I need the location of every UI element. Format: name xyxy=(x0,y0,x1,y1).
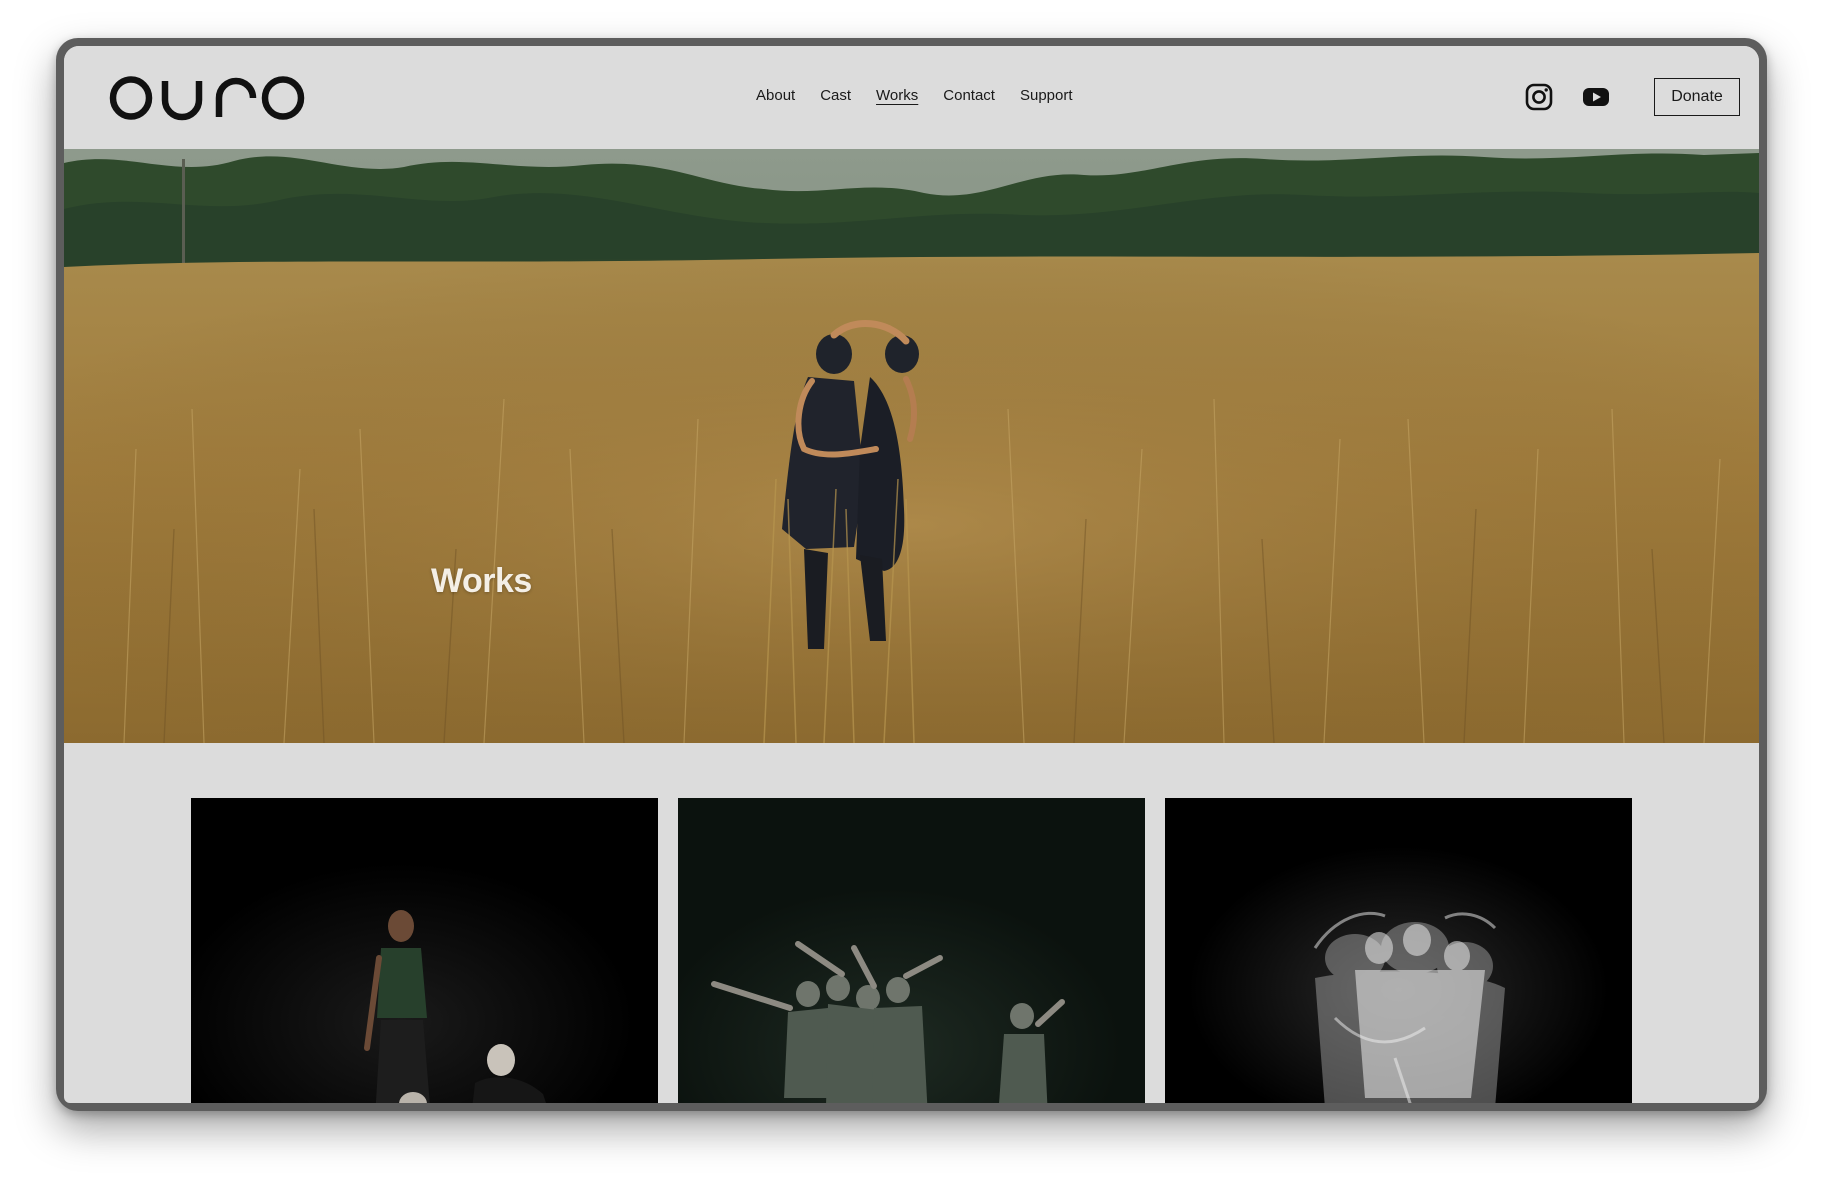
hero-banner: Works xyxy=(64,149,1759,743)
nav-about[interactable]: About xyxy=(756,86,795,106)
page-title: Works xyxy=(431,562,532,600)
work-card-photo xyxy=(1165,798,1632,1103)
donate-button[interactable]: Donate xyxy=(1654,78,1740,116)
main-nav: About Cast Works Contact Support xyxy=(756,86,1098,106)
nav-support[interactable]: Support xyxy=(1020,86,1073,106)
browser-window: About Cast Works Contact Support Donate … xyxy=(56,38,1767,1111)
ouro-logo-mark xyxy=(109,76,305,121)
work-card-photo xyxy=(191,798,658,1103)
page-viewport: About Cast Works Contact Support Donate … xyxy=(64,46,1759,1103)
work-card[interactable] xyxy=(678,798,1145,1103)
work-card[interactable] xyxy=(1165,798,1632,1103)
site-logo[interactable] xyxy=(109,73,305,123)
hero-field-photo xyxy=(64,149,1759,743)
instagram-icon[interactable] xyxy=(1524,82,1554,112)
youtube-icon[interactable] xyxy=(1581,82,1611,112)
site-header: About Cast Works Contact Support Donate xyxy=(64,46,1759,149)
work-card-photo xyxy=(678,798,1145,1103)
nav-works[interactable]: Works xyxy=(876,86,918,106)
nav-cast[interactable]: Cast xyxy=(820,86,851,106)
nav-contact[interactable]: Contact xyxy=(943,86,995,106)
work-card[interactable] xyxy=(191,798,658,1103)
